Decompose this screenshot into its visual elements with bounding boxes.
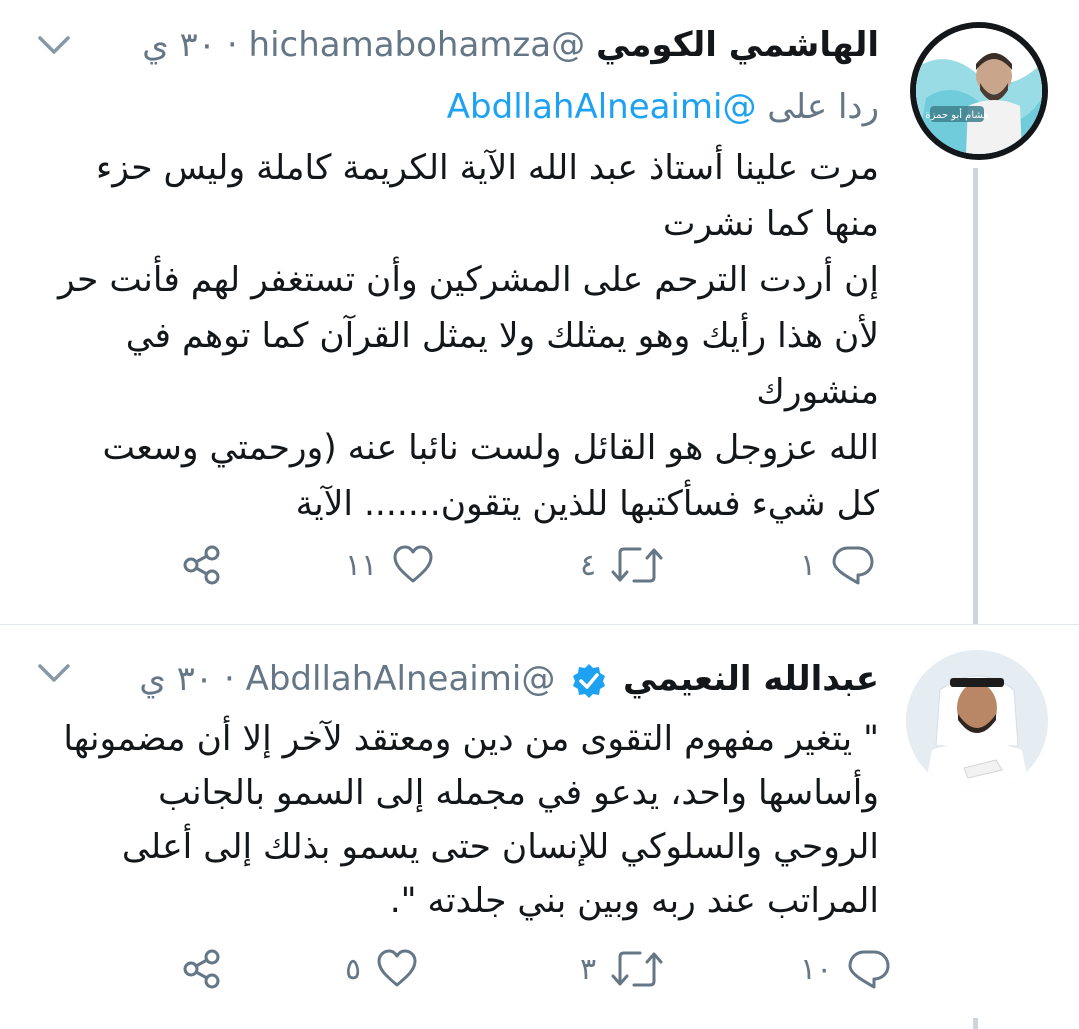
reply-button[interactable]: ١ bbox=[800, 540, 876, 590]
timestamp[interactable]: ٣٠ ي bbox=[142, 25, 216, 65]
retweet-icon bbox=[611, 951, 663, 987]
like-icon bbox=[393, 545, 433, 583]
reply-button[interactable]: ١٠ bbox=[800, 944, 892, 994]
author-name[interactable]: عبدالله النعيمي bbox=[623, 659, 879, 699]
separator: · bbox=[223, 659, 235, 699]
retweet-icon bbox=[611, 547, 663, 583]
author-handle[interactable]: @hichamabohamza bbox=[249, 25, 586, 65]
share-icon bbox=[183, 949, 220, 989]
tweet[interactable]: هشام أبو حمزة الهاشمي الكومي @hichamaboh… bbox=[0, 0, 1079, 624]
author-name[interactable]: الهاشمي الكومي bbox=[596, 25, 879, 65]
tweet-actions: ٥ ٣ ١٠ bbox=[180, 944, 890, 994]
tweet-text: مرت علينا أستاذ عبد الله الآية الكريمة ك… bbox=[58, 148, 879, 524]
chevron-down-icon[interactable] bbox=[34, 30, 74, 60]
avatar[interactable]: هشام أبو حمزة bbox=[910, 22, 1048, 160]
share-button[interactable] bbox=[180, 540, 224, 590]
like-button[interactable]: ٥ bbox=[345, 944, 419, 994]
chevron-down-icon[interactable] bbox=[34, 658, 74, 688]
reply-mention-link[interactable]: @Abdllah­Alneaimi bbox=[447, 87, 757, 127]
like-button[interactable]: ١١ bbox=[345, 540, 435, 590]
retweet-button[interactable]: ٤ bbox=[580, 540, 664, 590]
tweet-header: الهاشمي الكومي @hichamabohamza · ٣٠ ي bbox=[142, 20, 879, 70]
reply-count: ١٠ bbox=[800, 951, 833, 987]
tweet-text: " يتغير مفهوم التقوى من دين ومعتقد لآخر … bbox=[63, 719, 879, 921]
avatar-caption: هشام أبو حمزة bbox=[925, 108, 988, 121]
verified-badge-icon bbox=[573, 663, 606, 698]
avatar-image bbox=[906, 650, 1048, 792]
retweet-count: ٤ bbox=[580, 547, 597, 583]
tweet-header: عبدالله النعيمي @AbdllahAlneaimi · ٣٠ ي bbox=[139, 654, 879, 704]
author-handle[interactable]: @AbdllahAlneaimi bbox=[246, 659, 556, 699]
share-button[interactable] bbox=[180, 944, 224, 994]
retweet-button[interactable]: ٣ bbox=[580, 944, 664, 994]
replying-to: ردا على @Abdllah­Alneaimi bbox=[447, 82, 879, 132]
tweet-actions: ١١ ٤ ١ bbox=[180, 540, 880, 590]
avatar-image: هشام أبو حمزة bbox=[916, 28, 1042, 154]
thread-connector-line bbox=[973, 1018, 978, 1029]
avatar[interactable] bbox=[906, 650, 1048, 792]
like-count: ٥ bbox=[345, 951, 362, 987]
separator: · bbox=[226, 25, 238, 65]
reply-prefix: ردا على bbox=[767, 87, 879, 127]
retweet-count: ٣ bbox=[580, 951, 597, 987]
thread-connector-line bbox=[973, 168, 978, 624]
reply-icon bbox=[832, 546, 874, 585]
reply-icon bbox=[848, 950, 890, 989]
like-icon bbox=[377, 949, 417, 987]
like-count: ١١ bbox=[345, 547, 378, 583]
share-icon bbox=[183, 545, 220, 585]
timestamp[interactable]: ٣٠ ي bbox=[139, 659, 213, 699]
reply-count: ١ bbox=[800, 547, 817, 583]
